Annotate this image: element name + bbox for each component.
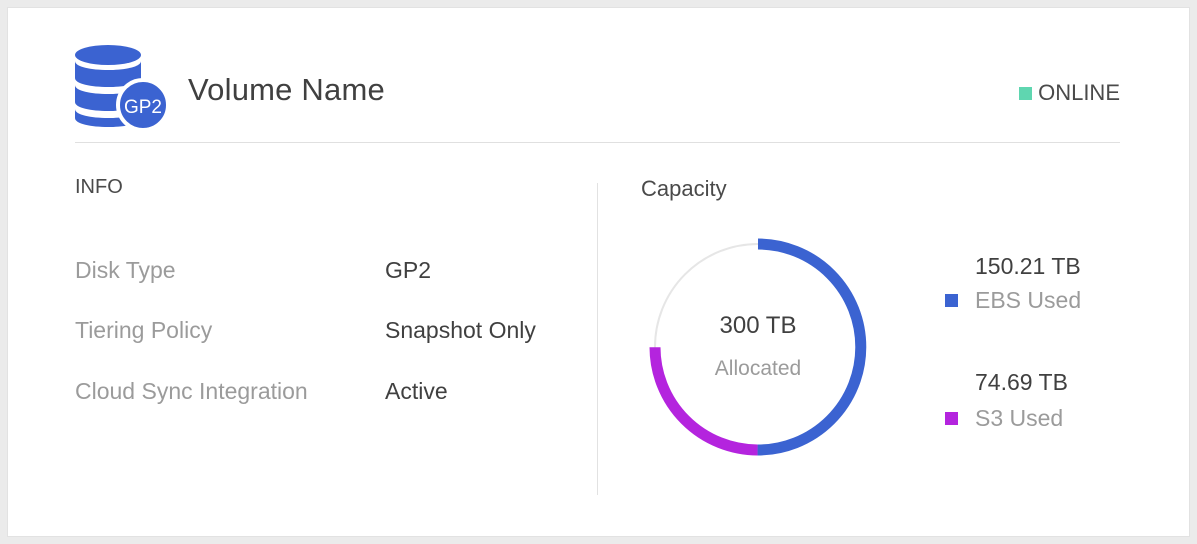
info-label: Disk Type <box>75 257 176 283</box>
header-divider <box>75 142 1120 143</box>
capacity-donut <box>649 238 867 456</box>
capacity-title: Capacity <box>641 176 727 201</box>
volume-header: GP2 Volume Name ONLINE <box>75 40 1120 140</box>
legend-swatch-s3 <box>945 412 958 425</box>
database-icon: GP2 <box>75 45 170 132</box>
info-row-cloud-sync: Cloud Sync Integration Active <box>75 378 585 408</box>
info-label: Tiering Policy <box>75 317 213 343</box>
status-label: ONLINE <box>1038 80 1120 105</box>
info-row-disk-type: Disk Type GP2 <box>75 257 585 287</box>
allocated-value: 300 TB <box>719 312 797 339</box>
info-row-tiering-policy: Tiering Policy Snapshot Only <box>75 317 585 347</box>
legend-item-ebs: EBS Used <box>945 287 1081 314</box>
allocated-label: Allocated <box>714 357 802 380</box>
info-value: Snapshot Only <box>385 317 536 343</box>
info-value: GP2 <box>385 257 432 283</box>
legend-swatch-ebs <box>945 294 958 307</box>
legend-item-s3: S3 Used <box>945 405 1063 432</box>
legend-value-s3: 74.69 TB <box>975 369 1068 395</box>
legend-label-s3: S3 Used <box>975 405 1064 431</box>
donut-segment-ebs <box>757 238 867 456</box>
info-value: Active <box>385 378 448 404</box>
volume-type-badge: GP2 <box>124 97 162 118</box>
volume-name: Volume Name <box>188 72 385 107</box>
info-title: INFO <box>75 176 123 198</box>
legend-value-ebs: 150.21 TB <box>975 253 1081 279</box>
info-label: Cloud Sync Integration <box>75 378 308 404</box>
section-divider <box>597 183 598 495</box>
status-indicator <box>1019 86 1033 100</box>
legend-label-ebs: EBS Used <box>975 287 1082 313</box>
status-badge: ONLINE <box>1019 80 1120 106</box>
